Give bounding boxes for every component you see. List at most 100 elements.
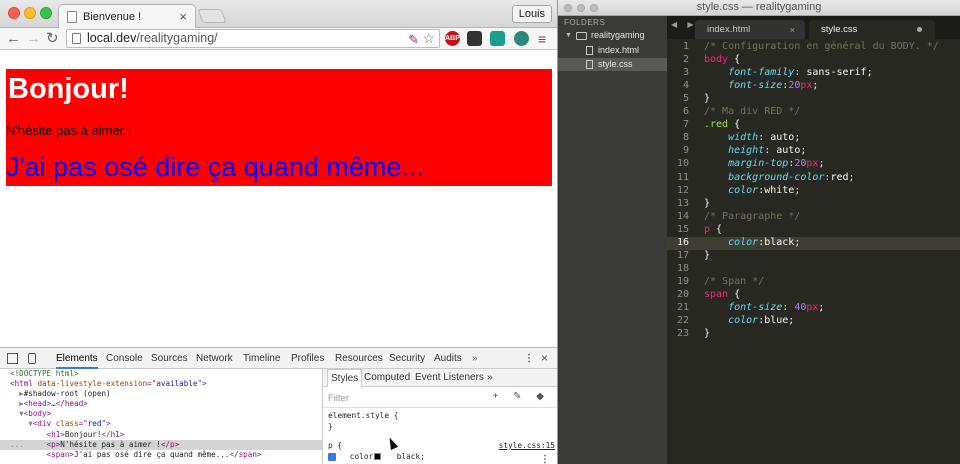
window-close-button[interactable] — [8, 7, 20, 19]
sidebar-folder-realitygaming[interactable]: ▼ realitygaming — [558, 29, 667, 42]
back-arrow-icon[interactable]: ← — [6, 30, 21, 48]
dom-tree-token: </span> — [229, 449, 262, 459]
code-line[interactable]: color:black; — [704, 237, 800, 250]
code-line[interactable]: color:white; — [704, 185, 800, 198]
device-mode-icon[interactable] — [28, 353, 36, 364]
window-maximize-button[interactable] — [40, 7, 52, 19]
devtools-tab-elements[interactable]: Elements — [56, 348, 98, 369]
extension-circle-icon[interactable] — [514, 31, 529, 46]
unsaved-dot-icon[interactable] — [917, 27, 922, 32]
chrome-menu-icon[interactable]: ≡ — [538, 31, 546, 47]
code-line[interactable]: /* Configuration en général du BODY. */ — [704, 41, 939, 54]
inspect-element-icon[interactable] — [7, 353, 18, 364]
code-token: ; — [812, 80, 819, 92]
code-token: color — [728, 184, 759, 196]
code-token: margin-top — [728, 158, 789, 170]
code-token: px — [800, 80, 813, 92]
forward-arrow-icon[interactable]: → — [26, 30, 41, 48]
profile-button[interactable]: Louis — [511, 5, 552, 23]
code-line[interactable]: p { — [704, 224, 722, 237]
code-line[interactable]: color:blue; — [704, 315, 794, 328]
tab-title: Bienvenue ! — [83, 11, 142, 23]
extension-icon[interactable] — [467, 31, 482, 46]
tab-close-icon[interactable]: × — [179, 9, 187, 24]
code-line[interactable]: font-size:20px; — [704, 80, 818, 93]
code-line[interactable]: .red { — [704, 119, 740, 132]
devtools-tab-console[interactable]: Console — [106, 348, 143, 369]
code-line[interactable]: } — [704, 250, 710, 263]
styles-tab-event-listeners[interactable]: Event Listeners — [415, 369, 484, 387]
page-span: J'ai pas osé dire ça quand même... — [6, 152, 424, 182]
devtools-tab-security[interactable]: Security — [389, 348, 425, 369]
code-line[interactable]: /* Ma div RED */ — [704, 106, 800, 119]
dom-tree-node[interactable]: <html data-livestyle-extension="availabl… — [0, 379, 322, 389]
styles-tab-computed[interactable]: Computed — [364, 369, 410, 387]
dom-tree-node[interactable]: <!DOCTYPE html> — [0, 369, 322, 379]
new-tab-button[interactable] — [197, 9, 227, 23]
dom-tree-node[interactable]: ▼<body> — [0, 409, 322, 419]
editor-tab-index[interactable]: index.html × — [695, 20, 805, 39]
devtools-more-tabs-icon[interactable]: » — [472, 348, 478, 369]
window-minimize-button[interactable] — [24, 7, 36, 19]
code-line[interactable]: body { — [704, 54, 740, 67]
folder-icon — [576, 32, 587, 40]
code-line[interactable]: } — [704, 93, 710, 106]
tab-scroll-arrows[interactable]: ◀ ▶ — [671, 20, 698, 29]
rule-source-link[interactable]: style.css:15 — [499, 441, 555, 450]
line-number: 18 — [676, 262, 689, 274]
address-bar[interactable]: local.dev/realitygaming/ ✎ ☆ — [66, 29, 440, 48]
code-line[interactable]: width: auto; — [704, 132, 800, 145]
dom-tree-node[interactable]: ▶<head>…</head> — [0, 399, 322, 409]
line-number-gutter: 1 2 3 4 5 6 7 8 9 10 11 12 13 14 15 16 17 18 19 20 21 22 23 — [667, 39, 699, 464]
reload-icon[interactable]: ↻ — [46, 30, 59, 48]
code-line[interactable]: } — [704, 328, 710, 341]
code-line[interactable]: height: auto; — [704, 145, 806, 158]
sidebar-file-index[interactable]: index.html — [558, 44, 667, 57]
styles-pane: Styles Computed Event Listeners » Filter… — [322, 369, 557, 464]
bookmark-star-icon[interactable]: ☆ — [422, 30, 435, 47]
code-token: /* Configuration en général du BODY. */ — [704, 41, 939, 52]
devtools-tab-timeline[interactable]: Timeline — [243, 348, 280, 369]
code-editor[interactable]: /* Configuration en général du BODY. */ b… — [704, 39, 960, 464]
dom-tree-token: =" — [78, 419, 88, 429]
page-info-icon[interactable] — [72, 33, 81, 44]
code-line[interactable]: font-family: sans-serif; — [704, 67, 873, 80]
code-token: height — [728, 145, 765, 157]
tab-close-icon[interactable]: × — [790, 21, 795, 39]
styles-toolbar-icons[interactable]: + ✎ ◆ — [493, 391, 550, 402]
sidebar-file-style[interactable]: style.css — [558, 58, 667, 71]
styles-tab-styles[interactable]: Styles — [327, 369, 363, 387]
livestyle-extension-icon[interactable] — [490, 31, 505, 46]
devtools-tab-network[interactable]: Network — [196, 348, 233, 369]
devtools-tab-resources[interactable]: Resources — [335, 348, 383, 369]
browser-tab-active[interactable]: Bienvenue ! × — [58, 4, 196, 28]
editor-tab-style[interactable]: style.css — [809, 20, 935, 39]
code-line[interactable]: } — [704, 198, 710, 211]
code-line[interactable]: font-size: 40px; — [704, 302, 824, 315]
styles-filter-input[interactable]: Filter — [328, 393, 349, 404]
code-line[interactable]: margin-top:20px; — [704, 158, 824, 171]
chrome-window: Bienvenue ! × Louis ← → ↻ local.dev/real… — [0, 0, 558, 464]
color-swatch[interactable] — [374, 453, 381, 460]
dom-tree-token: "> — [101, 419, 111, 429]
devtools-close-icon[interactable]: × — [541, 348, 548, 369]
code-line[interactable]: /* Span */ — [704, 276, 764, 289]
rule-menu-icon[interactable]: ⋮ — [540, 454, 550, 464]
dom-tree-node[interactable]: <span>J'ai pas osé dire ça quand même...… — [0, 450, 322, 460]
dom-tree-node[interactable]: ▼<div class="red"> — [0, 419, 322, 429]
code-line[interactable]: background-color:red; — [704, 172, 854, 185]
dom-tree-node[interactable]: ... <p>N'hésite pas à aimer !</p> — [0, 439, 322, 450]
dom-tree-node[interactable]: <h1>Bonjour!</h1> — [0, 430, 322, 440]
adblock-plus-icon[interactable]: ABP — [445, 31, 460, 46]
line-number: 5 — [682, 93, 689, 105]
styles-more-tabs-icon[interactable]: » — [487, 369, 493, 387]
dom-tree-node[interactable]: ▶#shadow-root (open) — [0, 389, 322, 399]
devtools-tab-audits[interactable]: Audits — [434, 348, 462, 369]
feather-extension-icon[interactable]: ✎ — [408, 31, 419, 48]
code-line[interactable]: span { — [704, 289, 740, 302]
devtools-tab-sources[interactable]: Sources — [151, 348, 188, 369]
devtools-menu-icon[interactable]: ⋮ — [524, 348, 534, 369]
code-token: { — [728, 54, 741, 66]
code-line[interactable]: /* Paragraphe */ — [704, 211, 800, 224]
devtools-tab-profiles[interactable]: Profiles — [291, 348, 324, 369]
